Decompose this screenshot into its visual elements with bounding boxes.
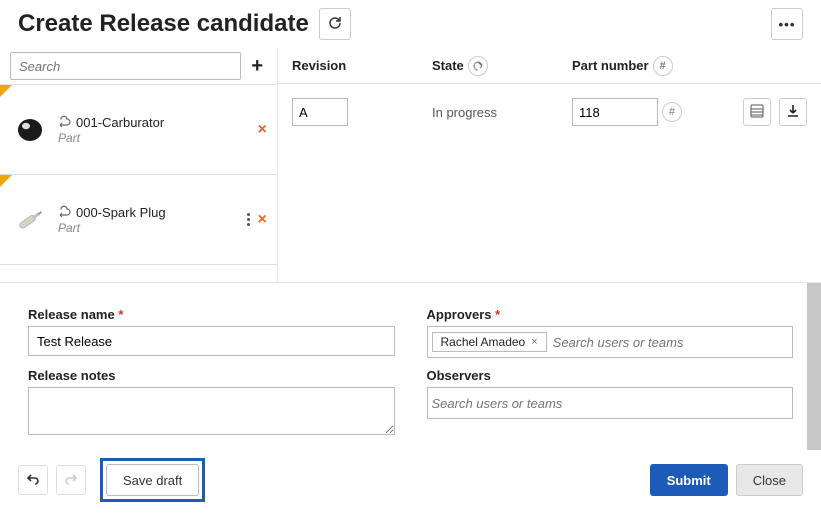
locked-flag-icon (0, 85, 12, 97)
approvers-search[interactable] (553, 331, 788, 353)
more-actions-button[interactable]: ••• (771, 8, 803, 40)
part-thumbnail (10, 110, 50, 150)
configure-columns-button[interactable] (743, 98, 771, 126)
state-filter-icon[interactable] (468, 56, 488, 76)
download-icon (786, 104, 800, 121)
more-vertical-icon[interactable] (247, 213, 250, 226)
part-name: 000-Spark Plug (76, 205, 166, 220)
column-header-state: State (432, 58, 464, 73)
part-type-label: Part (58, 221, 239, 235)
list-item[interactable]: 001-Carburator Part × (0, 85, 277, 175)
approvers-input[interactable]: Rachel Amadeo × (427, 326, 794, 358)
column-header-part-number: Part number (572, 58, 649, 73)
ellipsis-icon: ••• (779, 17, 796, 32)
observers-search[interactable] (432, 392, 789, 414)
page-title: Create Release candidate (18, 10, 309, 38)
part-type-label: Part (58, 131, 250, 145)
part-thumbnail (10, 200, 50, 240)
release-notes-input[interactable] (28, 387, 395, 435)
part-number-input[interactable] (572, 98, 658, 126)
redo-button (56, 465, 86, 495)
generate-number-icon[interactable]: # (662, 102, 682, 122)
export-button[interactable] (779, 98, 807, 126)
user-tag: Rachel Amadeo × (432, 332, 547, 352)
part-type-icon (58, 114, 72, 131)
undo-arrow-icon (26, 472, 40, 489)
change-release-button[interactable] (319, 8, 351, 40)
parts-sidebar: + 001-Carburator Part × (0, 48, 278, 282)
release-form: Release name * Approvers * Rachel Amadeo… (0, 283, 821, 450)
list-item[interactable]: 000-Spark Plug Part × (0, 175, 277, 265)
approvers-label: Approvers * (427, 307, 794, 322)
remove-part-button[interactable]: × (258, 121, 267, 139)
revision-input[interactable] (292, 98, 348, 126)
details-grid: Revision State Part number # In progress (278, 48, 821, 282)
release-name-input[interactable] (28, 326, 395, 356)
search-input[interactable] (10, 52, 241, 80)
submit-button[interactable]: Submit (650, 464, 728, 496)
column-header-revision: Revision (284, 58, 424, 73)
undo-button[interactable] (18, 465, 48, 495)
remove-part-button[interactable]: × (258, 211, 267, 229)
close-button[interactable]: Close (736, 464, 803, 496)
release-name-label: Release name * (28, 307, 395, 322)
scrollbar[interactable] (807, 283, 821, 450)
release-notes-label: Release notes (28, 368, 395, 383)
redo-arrow-icon (64, 472, 78, 489)
state-value: In progress (432, 105, 497, 120)
table-row: In progress # (278, 84, 821, 140)
locked-flag-icon (0, 175, 12, 187)
part-type-icon (58, 204, 72, 221)
part-name: 001-Carburator (76, 115, 164, 130)
add-part-button[interactable]: + (247, 55, 267, 78)
save-draft-button[interactable]: Save draft (106, 464, 199, 496)
observers-label: Observers (427, 368, 794, 383)
list-columns-icon (750, 104, 764, 121)
refresh-icon (327, 15, 343, 34)
part-number-filter-icon[interactable]: # (653, 56, 673, 76)
observers-input[interactable] (427, 387, 794, 419)
remove-tag-button[interactable]: × (531, 336, 537, 348)
